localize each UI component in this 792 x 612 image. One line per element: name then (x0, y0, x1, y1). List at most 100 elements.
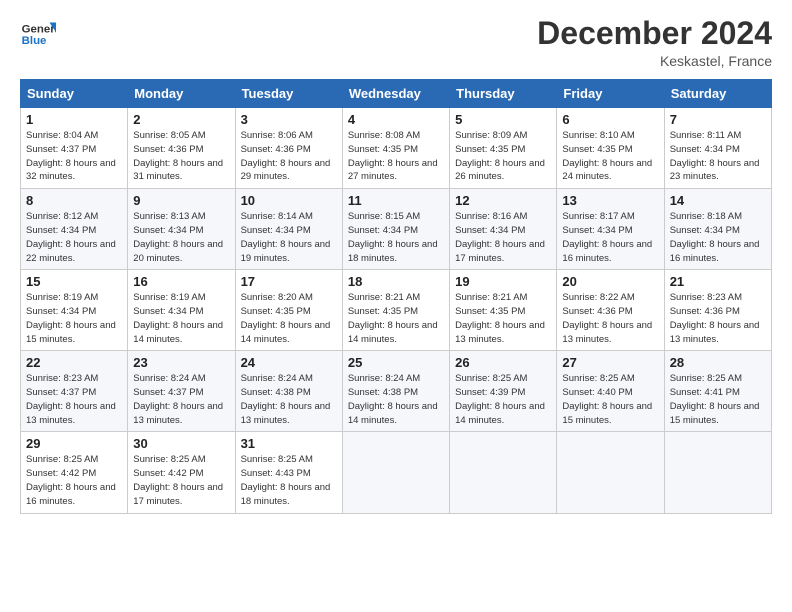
column-header-thursday: Thursday (450, 80, 557, 108)
day-info: Sunrise: 8:23 AMSunset: 4:37 PMDaylight:… (26, 372, 122, 427)
empty-cell (342, 432, 449, 513)
day-number: 23 (133, 355, 229, 370)
day-cell-23: 23 Sunrise: 8:24 AMSunset: 4:37 PMDayligh… (128, 351, 235, 432)
day-cell-19: 19 Sunrise: 8:21 AMSunset: 4:35 PMDayligh… (450, 270, 557, 351)
day-number: 30 (133, 436, 229, 451)
day-number: 20 (562, 274, 658, 289)
day-info: Sunrise: 8:23 AMSunset: 4:36 PMDaylight:… (670, 291, 766, 346)
day-cell-10: 10 Sunrise: 8:14 AMSunset: 4:34 PMDayligh… (235, 189, 342, 270)
day-cell-30: 30 Sunrise: 8:25 AMSunset: 4:42 PMDayligh… (128, 432, 235, 513)
svg-text:General: General (22, 23, 56, 35)
day-number: 26 (455, 355, 551, 370)
day-info: Sunrise: 8:06 AMSunset: 4:36 PMDaylight:… (241, 129, 337, 184)
day-info: Sunrise: 8:24 AMSunset: 4:37 PMDaylight:… (133, 372, 229, 427)
day-number: 31 (241, 436, 337, 451)
day-number: 19 (455, 274, 551, 289)
day-cell-25: 25Sunrise: 8:24 AMSunset: 4:38 PMDayligh… (342, 351, 449, 432)
day-cell-6: 6 Sunrise: 8:10 AMSunset: 4:35 PMDaylight… (557, 108, 664, 189)
day-number: 21 (670, 274, 766, 289)
day-cell-24: 24 Sunrise: 8:24 AMSunset: 4:38 PMDayligh… (235, 351, 342, 432)
week-row-1: 1 Sunrise: 8:04 AMSunset: 4:37 PMDaylight… (21, 108, 772, 189)
day-cell-14: 14Sunrise: 8:18 AMSunset: 4:34 PMDayligh… (664, 189, 771, 270)
title-block: December 2024 Keskastel, France (537, 16, 772, 69)
day-number: 2 (133, 112, 229, 127)
day-number: 5 (455, 112, 551, 127)
day-info: Sunrise: 8:19 AMSunset: 4:34 PMDaylight:… (133, 291, 229, 346)
week-row-5: 29 Sunrise: 8:25 AMSunset: 4:42 PMDayligh… (21, 432, 772, 513)
day-number: 12 (455, 193, 551, 208)
day-info: Sunrise: 8:21 AMSunset: 4:35 PMDaylight:… (348, 291, 444, 346)
day-number: 10 (241, 193, 337, 208)
day-info: Sunrise: 8:04 AMSunset: 4:37 PMDaylight:… (26, 129, 122, 184)
day-info: Sunrise: 8:13 AMSunset: 4:34 PMDaylight:… (133, 210, 229, 265)
day-info: Sunrise: 8:19 AMSunset: 4:34 PMDaylight:… (26, 291, 122, 346)
day-info: Sunrise: 8:11 AMSunset: 4:34 PMDaylight:… (670, 129, 766, 184)
day-number: 8 (26, 193, 122, 208)
day-number: 17 (241, 274, 337, 289)
day-info: Sunrise: 8:25 AMSunset: 4:43 PMDaylight:… (241, 453, 337, 508)
day-number: 13 (562, 193, 658, 208)
day-cell-4: 4 Sunrise: 8:08 AMSunset: 4:35 PMDaylight… (342, 108, 449, 189)
day-number: 27 (562, 355, 658, 370)
day-info: Sunrise: 8:25 AMSunset: 4:41 PMDaylight:… (670, 372, 766, 427)
day-number: 7 (670, 112, 766, 127)
column-header-tuesday: Tuesday (235, 80, 342, 108)
logo-icon: General Blue (20, 16, 56, 52)
day-number: 29 (26, 436, 122, 451)
day-info: Sunrise: 8:17 AMSunset: 4:34 PMDaylight:… (562, 210, 658, 265)
day-info: Sunrise: 8:22 AMSunset: 4:36 PMDaylight:… (562, 291, 658, 346)
day-info: Sunrise: 8:14 AMSunset: 4:34 PMDaylight:… (241, 210, 337, 265)
day-cell-21: 21 Sunrise: 8:23 AMSunset: 4:36 PMDayligh… (664, 270, 771, 351)
day-number: 28 (670, 355, 766, 370)
day-cell-29: 29 Sunrise: 8:25 AMSunset: 4:42 PMDayligh… (21, 432, 128, 513)
day-number: 24 (241, 355, 337, 370)
week-row-3: 15Sunrise: 8:19 AMSunset: 4:34 PMDayligh… (21, 270, 772, 351)
day-cell-8: 8 Sunrise: 8:12 AMSunset: 4:34 PMDaylight… (21, 189, 128, 270)
day-cell-11: 11 Sunrise: 8:15 AMSunset: 4:34 PMDayligh… (342, 189, 449, 270)
day-info: Sunrise: 8:25 AMSunset: 4:42 PMDaylight:… (26, 453, 122, 508)
column-header-sunday: Sunday (21, 80, 128, 108)
empty-cell (664, 432, 771, 513)
day-info: Sunrise: 8:10 AMSunset: 4:35 PMDaylight:… (562, 129, 658, 184)
month-title: December 2024 (537, 16, 772, 51)
day-info: Sunrise: 8:15 AMSunset: 4:34 PMDaylight:… (348, 210, 444, 265)
day-info: Sunrise: 8:24 AMSunset: 4:38 PMDaylight:… (348, 372, 444, 427)
day-cell-3: 3 Sunrise: 8:06 AMSunset: 4:36 PMDaylight… (235, 108, 342, 189)
day-cell-26: 26 Sunrise: 8:25 AMSunset: 4:39 PMDayligh… (450, 351, 557, 432)
day-info: Sunrise: 8:09 AMSunset: 4:35 PMDaylight:… (455, 129, 551, 184)
day-cell-20: 20 Sunrise: 8:22 AMSunset: 4:36 PMDayligh… (557, 270, 664, 351)
svg-text:Blue: Blue (22, 35, 47, 47)
day-number: 11 (348, 193, 444, 208)
day-info: Sunrise: 8:24 AMSunset: 4:38 PMDaylight:… (241, 372, 337, 427)
day-cell-2: 2 Sunrise: 8:05 AMSunset: 4:36 PMDaylight… (128, 108, 235, 189)
day-info: Sunrise: 8:25 AMSunset: 4:39 PMDaylight:… (455, 372, 551, 427)
location: Keskastel, France (537, 53, 772, 69)
column-header-monday: Monday (128, 80, 235, 108)
day-number: 3 (241, 112, 337, 127)
day-number: 1 (26, 112, 122, 127)
week-row-2: 8 Sunrise: 8:12 AMSunset: 4:34 PMDaylight… (21, 189, 772, 270)
day-number: 6 (562, 112, 658, 127)
day-cell-16: 16Sunrise: 8:19 AMSunset: 4:34 PMDayligh… (128, 270, 235, 351)
day-info: Sunrise: 8:12 AMSunset: 4:34 PMDaylight:… (26, 210, 122, 265)
day-number: 4 (348, 112, 444, 127)
day-info: Sunrise: 8:20 AMSunset: 4:35 PMDaylight:… (241, 291, 337, 346)
header: General Blue December 2024 Keskastel, Fr… (20, 16, 772, 69)
day-info: Sunrise: 8:05 AMSunset: 4:36 PMDaylight:… (133, 129, 229, 184)
day-info: Sunrise: 8:25 AMSunset: 4:42 PMDaylight:… (133, 453, 229, 508)
day-cell-28: 28 Sunrise: 8:25 AMSunset: 4:41 PMDayligh… (664, 351, 771, 432)
day-cell-1: 1 Sunrise: 8:04 AMSunset: 4:37 PMDaylight… (21, 108, 128, 189)
day-info: Sunrise: 8:08 AMSunset: 4:35 PMDaylight:… (348, 129, 444, 184)
day-number: 18 (348, 274, 444, 289)
week-row-4: 22Sunrise: 8:23 AMSunset: 4:37 PMDayligh… (21, 351, 772, 432)
day-info: Sunrise: 8:25 AMSunset: 4:40 PMDaylight:… (562, 372, 658, 427)
empty-cell (557, 432, 664, 513)
day-cell-31: 31 Sunrise: 8:25 AMSunset: 4:43 PMDayligh… (235, 432, 342, 513)
day-cell-18: 18 Sunrise: 8:21 AMSunset: 4:35 PMDayligh… (342, 270, 449, 351)
day-info: Sunrise: 8:16 AMSunset: 4:34 PMDaylight:… (455, 210, 551, 265)
page: General Blue December 2024 Keskastel, Fr… (0, 0, 792, 612)
day-number: 9 (133, 193, 229, 208)
day-cell-27: 27 Sunrise: 8:25 AMSunset: 4:40 PMDayligh… (557, 351, 664, 432)
day-info: Sunrise: 8:21 AMSunset: 4:35 PMDaylight:… (455, 291, 551, 346)
day-cell-22: 22Sunrise: 8:23 AMSunset: 4:37 PMDayligh… (21, 351, 128, 432)
